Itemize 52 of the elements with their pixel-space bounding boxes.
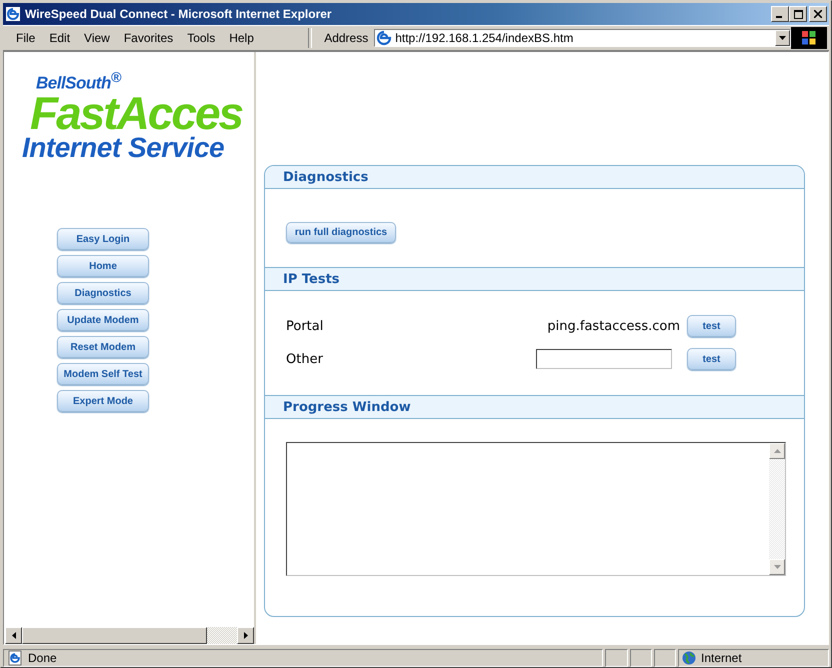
menu-item[interactable]: Tools <box>180 31 222 45</box>
host-name: ping.fastaccess.com <box>546 318 680 334</box>
status-pane <box>654 649 676 667</box>
tagline: Internet Service <box>22 132 226 164</box>
row-label: Other <box>286 352 324 366</box>
scrollbar-thumb[interactable] <box>22 627 207 644</box>
nav-button[interactable]: Expert Mode <box>57 390 149 412</box>
close-button[interactable] <box>809 6 827 22</box>
page-icon <box>376 30 392 46</box>
menu-item[interactable]: File <box>9 31 42 45</box>
address-label: Address <box>324 31 368 45</box>
arrow-down-icon <box>774 565 780 569</box>
window-title: WireSpeed Dual Connect - Microsoft Internet Explorer <box>25 7 333 21</box>
nav-button[interactable]: Home <box>57 255 149 277</box>
maximize-icon <box>794 10 802 18</box>
test-button[interactable]: test <box>687 348 736 370</box>
menu-item[interactable]: Help <box>222 31 261 45</box>
section-header: IP Tests <box>265 267 804 291</box>
maximize-button[interactable] <box>789 6 807 22</box>
globe-icon <box>682 651 696 665</box>
arrow-left-icon <box>12 632 16 639</box>
status-pane <box>605 649 628 667</box>
nav-button[interactable]: Modem Self Test <box>57 363 149 385</box>
menu-item[interactable]: View <box>77 31 117 45</box>
status-text: Done <box>28 651 57 665</box>
address-field[interactable]: http://192.168.1.254/indexBS.htm <box>374 29 792 47</box>
zone-label: Internet <box>701 651 742 665</box>
brand-name: BellSouth$^{®}$ <box>36 70 121 94</box>
row-label: Portal <box>286 318 324 334</box>
section-header: Diagnostics <box>265 166 804 189</box>
windows-logo-icon <box>801 30 818 46</box>
nav-button[interactable]: Reset Modem <box>57 336 149 358</box>
close-icon <box>814 10 822 18</box>
arrow-right-icon <box>244 632 248 639</box>
host-field[interactable] <box>536 349 672 369</box>
caret-icon <box>779 36 786 40</box>
test-button[interactable]: test <box>687 315 736 337</box>
horizontal-scrollbar[interactable] <box>5 627 254 644</box>
nav-button[interactable]: Update Modem <box>57 309 149 331</box>
nav-button[interactable]: Diagnostics <box>57 282 149 304</box>
vertical-scrollbar[interactable] <box>769 443 785 575</box>
nav-button[interactable]: Easy Login <box>57 228 149 250</box>
section-header: Progress Window <box>265 395 804 419</box>
product-name: FastAcces <box>30 94 244 132</box>
browser-icon <box>5 6 21 22</box>
menu-item[interactable]: Edit <box>42 31 78 45</box>
minimize-button[interactable] <box>771 6 789 22</box>
menu-item[interactable]: Favorites <box>116 31 180 45</box>
arrow-up-icon <box>774 449 780 453</box>
run-diagnostics-button[interactable]: run full diagnostics <box>286 222 396 243</box>
dropdown-button[interactable] <box>775 30 790 46</box>
status-pane <box>630 649 652 667</box>
